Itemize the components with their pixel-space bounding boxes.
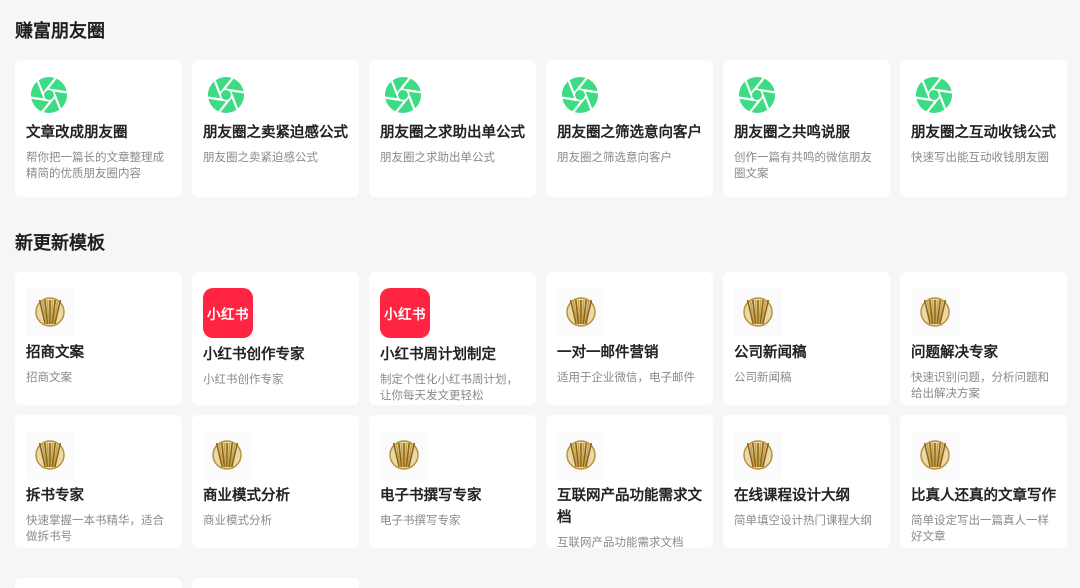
aperture-icon [207,76,245,114]
card-title: 公司新闻稿 [734,345,807,361]
xiaohongshu-logo-icon: 小红书 [380,288,430,338]
aperture-icon [738,76,776,114]
template-card[interactable]: 商业模式分析 商业模式分析 [192,415,359,548]
card-description: 朋友圈之筛选意向客户 [557,150,672,164]
card-description: 朋友圈之求助出单公式 [380,150,495,164]
aperture-icon [915,76,953,114]
section-title-moments: 赚富朋友圈 [15,21,105,42]
aperture-icon [30,76,68,114]
aperture-icon [384,76,422,114]
card-title: 朋友圈之卖紧迫感公式 [203,125,348,141]
gold-emblem-icon [911,431,959,479]
xiaohongshu-logo-icon: 小红书 [203,288,253,338]
template-card[interactable]: 问题解决专家快速识别问题，分析问题和给出解决方案 [900,272,1067,405]
card-description: 创作一篇有共鸣的微信朋友圈文案 [734,150,872,180]
card-title: 一对一邮件营销 [557,345,659,361]
template-card-grid: 招商文案 招商文案 小红书 小红书创作专家 小红书创作专家 小红书 小红书周计划制定 制定个性… [15,272,1067,548]
card-partial[interactable] [15,578,182,588]
template-card[interactable]: 文章改成朋友圈帮你把一篇长的文章整理成精简的优质朋友圈内容 [15,60,182,197]
card-title: 互联网产品功能需求文档 [557,488,702,526]
aperture-icon [561,76,599,114]
gold-emblem-icon [911,288,959,336]
template-card[interactable]: 互联网产品功能需求文档 互联网产品功能需求文档 [546,415,713,548]
card-description: 电子书撰写专家 [380,513,461,527]
gold-emblem-icon [557,288,605,336]
gold-emblem-icon [734,431,782,479]
page: 赚富朋友圈 文章改成朋友圈 帮你把一篇长的文章整理成精简的优质朋友圈内容 朋友圈之卖… [0,0,1080,588]
card-title: 朋友圈之求助出单公式 [380,125,525,141]
card-description: 公司新闻稿 [734,370,792,384]
card-description: 简单设定写出一篇真人一样好文章 [911,513,1049,543]
template-card[interactable]: 小红书小红书周计划制定制定个性化小红书周计划，让你每天发文更轻松 [369,272,536,405]
gold-emblem-icon [557,431,605,479]
template-card[interactable]: 朋友圈之筛选意向客户 朋友圈之筛选意向客户 [546,60,713,197]
card-title: 电子书撰写专家 [380,488,482,504]
template-card[interactable]: 朋友圈之互动收钱公式 快速写出能互动收钱朋友圈 [900,60,1067,197]
section-title-new-templates: 新更新模板 [15,233,105,254]
template-card[interactable]: 朋友圈之求助出单公式 朋友圈之求助出单公式 [369,60,536,197]
card-title: 朋友圈之互动收钱公式 [911,125,1056,141]
card-title: 在线课程设计大纲 [734,488,850,504]
template-card[interactable]: 小红书 小红书创作专家 小红书创作专家 [192,272,359,405]
template-card[interactable]: 一对一邮件营销适用于企业微信，电子邮件 [546,272,713,405]
card-title: 朋友圈之共鸣说服 [734,125,850,141]
template-card[interactable]: 朋友圈之共鸣说服创作一篇有共鸣的微信朋友圈文案 [723,60,890,197]
card-title: 小红书创作专家 [203,347,305,363]
card-title: 招商文案 [26,345,84,361]
card-description: 帮你把一篇长的文章整理成精简的优质朋友圈内容 [26,150,164,180]
template-card[interactable]: 电子书撰写专家 电子书撰写专家 [369,415,536,548]
card-description: 商业模式分析 [203,513,272,527]
gold-emblem-icon [203,431,251,479]
template-card[interactable]: 招商文案 招商文案 [15,272,182,405]
gold-emblem-icon [380,431,428,479]
card-description: 快速写出能互动收钱朋友圈 [911,150,1049,164]
card-description: 适用于企业微信，电子邮件 [557,370,695,384]
card-title: 比真人还真的文章写作 [911,488,1056,504]
template-card[interactable]: 拆书专家快速掌握一本书精华，适合做拆书号 [15,415,182,548]
card-title: 问题解决专家 [911,345,998,361]
card-description: 招商文案 [26,370,72,384]
card-description: 快速掌握一本书精华，适合做拆书号 [26,513,164,543]
gold-emblem-icon [26,288,74,336]
template-card[interactable]: 朋友圈之卖紧迫感公式 朋友圈之卖紧迫感公式 [192,60,359,197]
card-description: 互联网产品功能需求文档 [557,535,684,548]
card-title: 商业模式分析 [203,488,290,504]
card-description: 快速识别问题，分析问题和给出解决方案 [911,370,1049,400]
gold-emblem-icon [26,431,74,479]
card-description: 制定个性化小红书周计划，让你每天发文更轻松 [380,372,518,402]
card-title: 拆书专家 [26,488,84,504]
card-description: 小红书创作专家 [203,372,284,386]
gold-emblem-icon [734,288,782,336]
card-description: 朋友圈之卖紧迫感公式 [203,150,318,164]
card-title: 小红书周计划制定 [380,347,496,363]
card-description: 简单填空设计热门课程大纲 [734,513,872,527]
card-partial[interactable] [192,578,359,588]
card-title: 文章改成朋友圈 [26,125,128,141]
moments-card-grid: 文章改成朋友圈 帮你把一篇长的文章整理成精简的优质朋友圈内容 朋友圈之卖紧迫感公式朋… [15,60,1067,197]
template-card[interactable]: 比真人还真的文章写作简单设定写出一篇真人一样好文章 [900,415,1067,548]
template-card[interactable]: 在线课程设计大纲简单填空设计热门课程大纲 [723,415,890,548]
template-card[interactable]: 公司新闻稿 公司新闻稿 [723,272,890,405]
card-title: 朋友圈之筛选意向客户 [557,125,702,141]
